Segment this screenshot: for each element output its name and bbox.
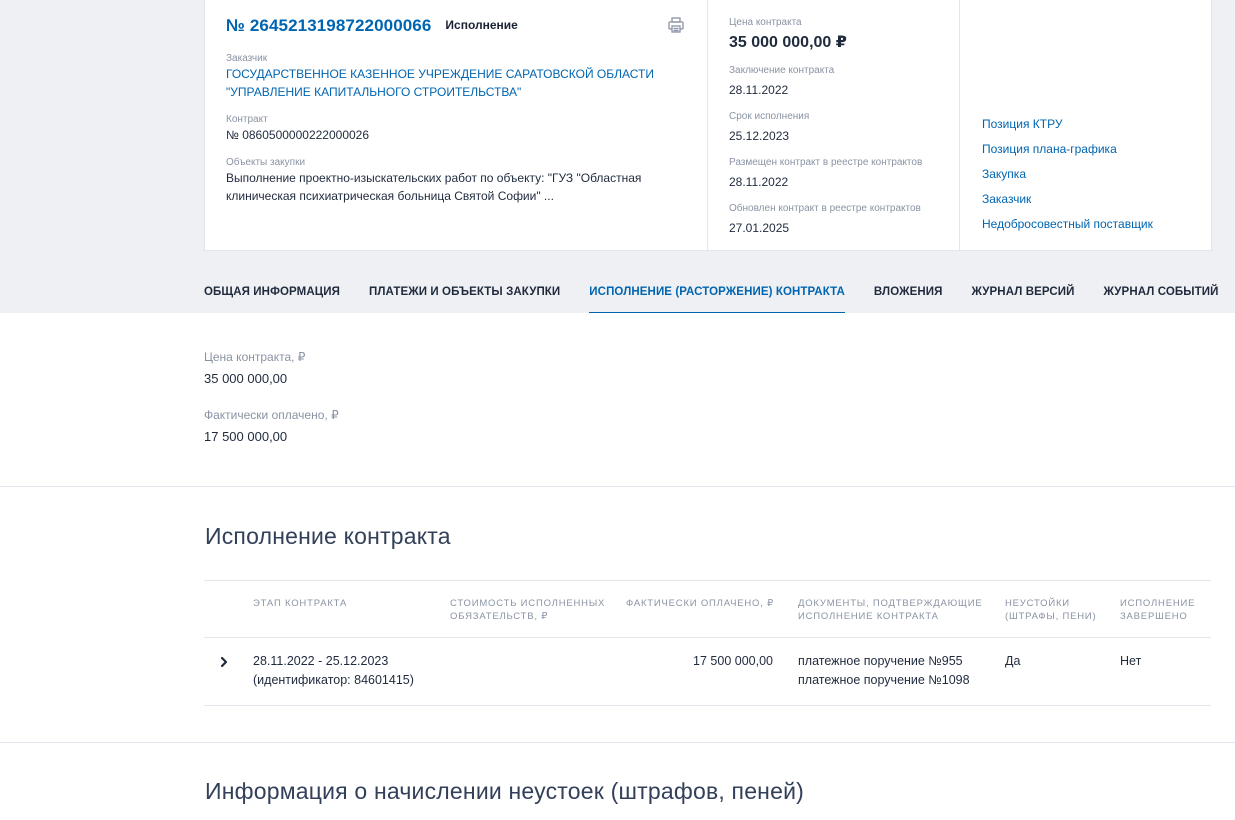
price-label: Цена контракта: [729, 17, 802, 28]
updated-label: Обновлен контракт в реестре контрактов: [729, 203, 921, 214]
table-header: ЭТАП КОНТРАКТА СТОИМОСТЬ ИСПОЛНЕННЫХ ОБЯ…: [204, 580, 1211, 638]
header-penalties: НЕУСТОЙКИ (ШТРАФЫ, ПЕНИ): [1005, 598, 1097, 622]
print-icon[interactable]: [667, 16, 685, 34]
link-purchase[interactable]: Закупка: [982, 162, 1189, 187]
tab-payments-objects[interactable]: ПЛАТЕЖИ И ОБЪЕКТЫ ЗАКУПКИ: [369, 274, 560, 313]
chevron-right-icon[interactable]: [218, 655, 230, 668]
tab-attachments[interactable]: ВЛОЖЕНИЯ: [874, 274, 943, 313]
table-row[interactable]: 28.11.2022 - 25.12.2023 (идентификатор: …: [204, 638, 1211, 706]
objects-line1: Выполнение проектно-изыскательских работ…: [226, 171, 642, 185]
summary-price-value: 35 000 000,00: [204, 371, 288, 386]
objects-line2: клиническая психиатрическая больница Свя…: [226, 189, 554, 203]
contract-details: Цена контракта 35 000 000,00 ₽ Заключени…: [708, 0, 960, 250]
cell-penalties: Да: [1005, 654, 1021, 668]
link-customer[interactable]: Заказчик: [982, 187, 1189, 212]
link-plan-schedule-position[interactable]: Позиция плана-графика: [982, 137, 1189, 162]
tab-bar: ОБЩАЯ ИНФОРМАЦИЯ ПЛАТЕЖИ И ОБЪЕКТЫ ЗАКУП…: [204, 274, 1235, 313]
header-documents: ДОКУМЕНТЫ, ПОДТВЕРЖДАЮЩИЕ ИСПОЛНЕНИЕ КОН…: [798, 598, 983, 622]
related-links: Позиция КТРУ Позиция плана-графика Закуп…: [960, 0, 1211, 250]
customer-label: Заказчик: [226, 53, 268, 64]
cell-completed: Нет: [1120, 654, 1142, 668]
registry-number-link[interactable]: № 2645213198722000066: [226, 16, 431, 36]
contract-number: № 0860500000222000026: [226, 128, 370, 142]
conclusion-date: 28.11.2022: [729, 83, 789, 97]
link-unfair-supplier[interactable]: Недобросовестный поставщик: [982, 212, 1189, 237]
tab-execution[interactable]: ИСПОЛНЕНИЕ (РАСТОРЖЕНИЕ) КОНТРАКТА: [589, 274, 845, 313]
execution-table: ЭТАП КОНТРАКТА СТОИМОСТЬ ИСПОЛНЕННЫХ ОБЯ…: [204, 580, 1211, 706]
term-date: 25.12.2023: [729, 129, 790, 143]
summary-paid-value: 17 500 000,00: [204, 429, 288, 444]
cell-stage: 28.11.2022 - 25.12.2023 (идентификатор: …: [253, 654, 414, 687]
cell-paid: 17 500 000,00: [693, 654, 773, 668]
placed-date: 28.11.2022: [729, 175, 789, 189]
contract-card: № 2645213198722000066 Исполнение Заказчи…: [204, 0, 1212, 251]
header-stage: ЭТАП КОНТРАКТА: [253, 598, 348, 609]
link-ktru-position[interactable]: Позиция КТРУ: [982, 112, 1189, 137]
objects-label: Объекты закупки: [226, 157, 306, 168]
divider: [0, 742, 1235, 743]
summary-price-label: Цена контракта, ₽: [204, 350, 306, 364]
placed-label: Размещен контракт в реестре контрактов: [729, 157, 923, 168]
status-badge: Исполнение: [445, 18, 518, 32]
header-paid: ФАКТИЧЕСКИ ОПЛАЧЕНО, ₽: [626, 598, 774, 609]
updated-date: 27.01.2025: [729, 221, 790, 235]
tab-version-log[interactable]: ЖУРНАЛ ВЕРСИЙ: [972, 274, 1075, 313]
term-label: Срок исполнения: [729, 111, 810, 122]
penalties-section-title: Информация о начислении неустоек (штрафо…: [205, 778, 804, 804]
divider: [0, 486, 1235, 487]
contract-main-info: № 2645213198722000066 Исполнение Заказчи…: [205, 0, 708, 250]
execution-section-title: Исполнение контракта: [205, 523, 451, 549]
price-value: 35 000 000,00 ₽: [729, 34, 847, 51]
summary-paid-label: Фактически оплачено, ₽: [204, 408, 339, 422]
tab-general-info[interactable]: ОБЩАЯ ИНФОРМАЦИЯ: [204, 274, 340, 313]
tab-event-log[interactable]: ЖУРНАЛ СОБЫТИЙ: [1104, 274, 1219, 313]
conclusion-label: Заключение контракта: [729, 65, 835, 76]
cell-documents: платежное поручение №955 платежное поруч…: [798, 654, 970, 687]
header-cost: СТОИМОСТЬ ИСПОЛНЕННЫХ ОБЯЗАТЕЛЬСТВ, ₽: [450, 598, 606, 622]
customer-link-line2[interactable]: "УПРАВЛЕНИЕ КАПИТАЛЬНОГО СТРОИТЕЛЬСТВА": [226, 83, 686, 101]
header-completed: ИСПОЛНЕНИЕ ЗАВЕРШЕНО: [1120, 598, 1196, 622]
contract-label: Контракт: [226, 114, 268, 125]
customer-link-line1[interactable]: ГОСУДАРСТВЕННОЕ КАЗЕННОЕ УЧРЕЖДЕНИЕ САРА…: [226, 65, 686, 83]
payment-summary: Цена контракта, ₽ 35 000 000,00 Фактичес…: [204, 348, 339, 447]
